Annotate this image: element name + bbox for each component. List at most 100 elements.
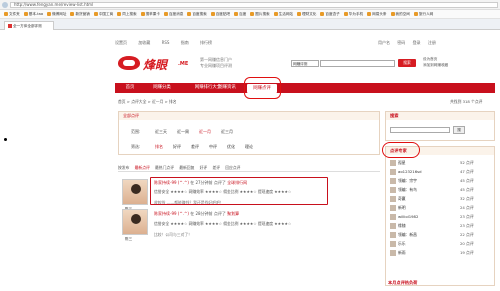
search-button[interactable]: 搜索 xyxy=(398,59,416,67)
expert-row[interactable]: 领编：宗宇 45 点评 xyxy=(390,176,494,185)
search-category-select[interactable]: 网赚评测 xyxy=(291,60,319,67)
nav-home[interactable]: 首页 xyxy=(119,83,141,93)
filter-option-selected[interactable]: 排名 xyxy=(155,144,163,150)
login-link[interactable]: 登录 xyxy=(413,40,421,45)
filter-option[interactable]: 优化 xyxy=(227,144,235,150)
expert-avatar xyxy=(390,214,396,220)
favorite-link[interactable]: 生活网站 xyxy=(273,10,293,19)
top-nav-item[interactable]: 指南 xyxy=(181,40,189,45)
review-username[interactable]: 陈三 xyxy=(125,237,132,242)
expert-row[interactable]: 领编：新昌 22 点评 xyxy=(390,230,494,239)
expert-row[interactable]: 新雨 19 点评 xyxy=(390,248,494,257)
range-option-selected[interactable]: 近一月 xyxy=(199,129,211,135)
bookmark-icon xyxy=(70,12,75,16)
bookmark-icon xyxy=(187,12,192,16)
favorite-link[interactable]: 百度贴吧 xyxy=(210,10,230,19)
range-option[interactable]: 近三月 xyxy=(221,129,233,135)
top-nav-item[interactable]: 加收藏 xyxy=(138,40,150,45)
password-label: 密码 xyxy=(397,40,406,45)
favorite-link[interactable]: 网易头条 xyxy=(367,10,387,19)
expert-avatar xyxy=(390,187,396,193)
favorite-link[interactable]: 旅行人网 xyxy=(413,10,433,19)
search-input[interactable] xyxy=(320,60,395,67)
review-target[interactable]: 聚划算 xyxy=(227,211,239,216)
top-nav-item[interactable]: RSS xyxy=(162,40,170,45)
nav-category[interactable]: 网赚分类 xyxy=(145,83,179,93)
sort-option[interactable]: 差评 xyxy=(212,165,220,170)
expert-row[interactable]: 新明 24 点评 xyxy=(390,203,494,212)
logo-text[interactable]: 烽眼 xyxy=(143,56,167,73)
top-nav-item[interactable]: 设置页 xyxy=(115,40,127,45)
favorites-bar: 文件夹 基本-taa 微博网址 新货营销 中国工商 同上搜索 搜苹果卡 百度消息 百度搜索 百度贴… xyxy=(0,10,500,19)
bookmark-icon xyxy=(367,12,372,16)
range-label: 范围: xyxy=(131,129,141,134)
favorite-link[interactable]: 百度消息 xyxy=(163,10,183,19)
expert-avatar xyxy=(390,178,396,184)
favorite-link[interactable]: 中国工商 xyxy=(93,10,113,19)
sort-option[interactable]: 按发布 xyxy=(118,165,129,170)
favorite-link[interactable]: 同上搜索 xyxy=(117,10,137,19)
slogan: 专业网赚项目评测 xyxy=(200,63,232,68)
sort-option[interactable]: 最新回复 xyxy=(179,165,194,170)
login-links: 用户名 密码 登录 注册 xyxy=(378,40,442,46)
expert-row[interactable]: ao123216sd 47 点评 xyxy=(390,167,494,176)
filter-option[interactable]: 中评 xyxy=(209,144,217,150)
expert-row[interactable]: 领编：有鸟 45 点评 xyxy=(390,185,494,194)
favorite-link[interactable]: 新货营销 xyxy=(70,10,90,19)
favorite-link[interactable]: 百度杏子 xyxy=(320,10,340,19)
top-nav-item[interactable]: 排行榜 xyxy=(200,40,212,45)
bookmark-icon xyxy=(47,12,52,16)
favorite-link[interactable]: 文件夹 xyxy=(4,10,20,19)
register-link[interactable]: 注册 xyxy=(428,40,436,45)
sidebar-search-title: 搜索 xyxy=(386,112,494,120)
filter-option[interactable]: 理论 xyxy=(245,144,253,150)
browser-tab[interactable]: 全一方体全部评测 xyxy=(4,21,54,30)
main-nav: 首页 网赚分类 网赚排行大全 网赚资讯 网赚点评 xyxy=(115,83,495,93)
favorite-link[interactable]: 百度搜索 xyxy=(187,10,207,19)
filter-option[interactable]: 好评 xyxy=(173,144,181,150)
avatar[interactable] xyxy=(122,209,148,235)
sort-option-selected[interactable]: 最新点评 xyxy=(135,165,150,170)
nav-news[interactable]: 网赚资讯 xyxy=(209,83,245,93)
sidebar-search-button[interactable]: 搜 xyxy=(453,126,465,134)
sort-option[interactable]: 最热门点评 xyxy=(155,165,174,170)
expert-row[interactable]: 孤星 52 点评 xyxy=(390,158,494,167)
expert-row[interactable]: williol1982 23 点评 xyxy=(390,212,494,221)
highlight-circle xyxy=(244,77,281,99)
address-bar: http://www.fengyan.me/review-list.html xyxy=(0,0,500,10)
expert-row[interactable]: 乐乐 20 点评 xyxy=(390,239,494,248)
bookmark-icon xyxy=(93,12,98,16)
bookmark-icon xyxy=(210,12,215,16)
filter-title: 全部点评 xyxy=(119,112,379,120)
favorite-link[interactable]: 图片搜索 xyxy=(250,10,270,19)
favorite-link[interactable]: 百度 xyxy=(234,10,246,19)
favorite-link[interactable]: 微博网址 xyxy=(47,10,66,19)
favorite-link[interactable]: 理财文化 xyxy=(297,10,316,19)
sort-option[interactable]: 回应点评 xyxy=(225,165,240,170)
range-option[interactable]: 近三天 xyxy=(155,129,167,135)
sort-option[interactable]: 好评 xyxy=(200,165,208,170)
add-favorite-link[interactable]: 添加到网赚收藏 xyxy=(423,63,448,68)
expert-row[interactable]: 缘随 23 点评 xyxy=(390,221,494,230)
back-icon[interactable] xyxy=(2,2,8,8)
favorite-link[interactable]: 我的空间 xyxy=(390,10,410,19)
expert-row[interactable]: 奇赢 32 点评 xyxy=(390,194,494,203)
sidebar-search-input[interactable] xyxy=(390,127,450,133)
favorite-link[interactable]: 华为手机 xyxy=(343,10,363,19)
review-author[interactable]: 陈家持续-99 (^.^) xyxy=(154,211,189,216)
breadcrumb: 首页 > 点评大全 > 近一月 > 排名 xyxy=(118,99,177,104)
filter-option[interactable]: 差评 xyxy=(191,144,199,150)
favorite-link[interactable]: 基本-taa xyxy=(23,10,43,19)
expert-avatar xyxy=(390,169,396,175)
bookmark-icon xyxy=(163,12,168,16)
set-homepage-link[interactable]: 设为首页 xyxy=(423,57,437,62)
avatar[interactable] xyxy=(122,179,148,205)
url-input[interactable]: http://www.fengyan.me/review-list.html xyxy=(10,2,498,8)
list-item: 陈三 陈家持续-99 (^.^) 在 28分钟前 点评了 聚划算 信誉安全 ★★… xyxy=(118,205,380,250)
logo-icon[interactable] xyxy=(118,56,140,70)
range-option[interactable]: 近一周 xyxy=(177,129,189,135)
bookmark-icon xyxy=(390,12,395,16)
filter-label: 筛选: xyxy=(131,144,141,149)
bookmark-icon xyxy=(413,12,418,16)
favorite-link[interactable]: 搜苹果卡 xyxy=(140,10,160,19)
